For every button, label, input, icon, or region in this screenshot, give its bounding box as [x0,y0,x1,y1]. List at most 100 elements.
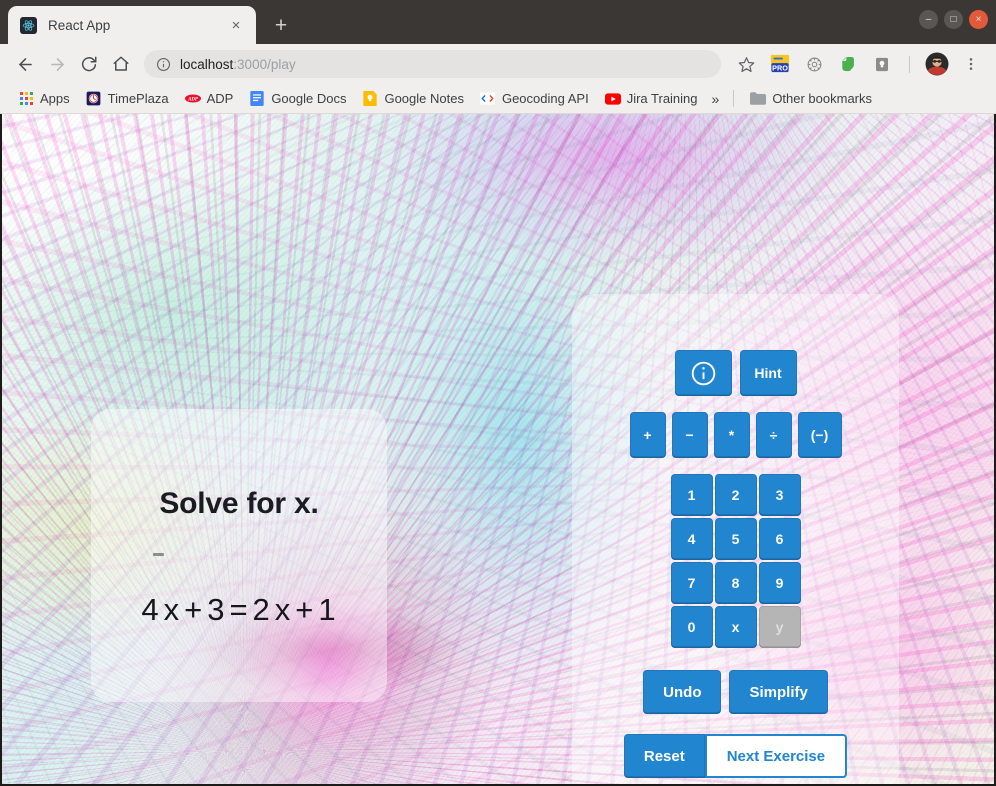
svg-text:ADP: ADP [187,98,198,103]
hint-button[interactable]: Hint [739,350,797,396]
bookmark-adp[interactable]: ADP ADP [177,88,242,110]
page-viewport: Solve for x. 4 x +3 = 2 x +1 Hint + − * … [0,114,996,786]
tab-react-app[interactable]: React App × [8,6,256,44]
url-text: localhost:3000/play [180,57,296,72]
keep-icon[interactable] [867,49,897,79]
operator-plus-button[interactable]: + [629,412,666,458]
operator-negate-button[interactable]: (−) [797,412,842,458]
bookmark-apps[interactable]: Apps [10,88,78,110]
hint-row: Hint [674,350,797,396]
clock-icon [86,91,102,107]
window-controls: – □ × [919,10,988,29]
other-bookmarks-label: Other bookmarks [772,91,873,106]
numpad: 1 2 3 4 5 6 7 8 9 0 x y [670,474,801,648]
control-panel: Hint + − * ÷ (−) 1 2 3 4 5 6 7 8 9 0 x y… [572,294,899,784]
bookmarks-bar: Apps TimePlaza ADP ADP Google Docs Googl… [0,84,996,114]
operator-divide-button[interactable]: ÷ [755,412,792,458]
maximize-button[interactable]: □ [944,10,963,29]
undo-button[interactable]: Undo [643,670,722,714]
home-icon[interactable] [106,49,136,79]
numpad-key-5[interactable]: 5 [714,518,757,560]
equation-display: 4 x +3 = 2 x +1 [139,592,338,628]
url-host: localhost [180,56,234,72]
evernote-icon[interactable] [833,49,863,79]
star-icon[interactable] [731,49,761,79]
bookmark-google-notes[interactable]: Google Notes [354,88,472,110]
forward-icon[interactable] [42,49,72,79]
bookmark-geocoding-api[interactable]: Geocoding API [472,88,597,110]
bookmark-label: Apps [40,91,70,106]
numpad-key-y: y [758,606,801,648]
close-window-button[interactable]: × [969,10,988,29]
code-brackets-icon [480,91,496,107]
numpad-key-1[interactable]: 1 [670,474,713,516]
adp-icon: ADP [184,91,201,107]
page-title: Solve for x. [159,487,319,520]
numpad-key-9[interactable]: 9 [758,562,801,604]
keep-bulb-icon [362,91,378,107]
pro-badge-icon[interactable]: PRO [765,49,795,79]
bookmark-timeplaza[interactable]: TimePlaza [78,88,177,110]
bookmark-label: ADP [206,91,234,106]
cursor-mark [153,553,164,556]
react-icon [20,16,37,34]
other-bookmarks[interactable]: Other bookmarks [742,88,880,110]
info-circle-icon [690,360,717,387]
numpad-key-4[interactable]: 4 [670,518,713,560]
info-button[interactable] [674,350,732,396]
reload-icon[interactable] [74,49,104,79]
eq-term: 2 [252,592,271,627]
bookmark-label: Google Docs [271,91,347,106]
action-row: Undo Simplify [643,670,828,714]
svg-text:PRO: PRO [772,63,788,72]
numpad-key-x[interactable]: x [714,606,757,648]
eq-term: 4 [141,592,160,627]
kebab-menu-icon[interactable] [956,49,986,79]
bookmarks-overflow-button[interactable]: » [706,88,726,110]
operator-minus-button[interactable]: − [671,412,708,458]
close-icon[interactable]: × [226,15,246,35]
back-icon[interactable] [10,49,40,79]
eq-term: + [184,592,204,627]
browser-window: React App × + – □ × localhost:3000/play [0,0,996,786]
address-bar[interactable]: localhost:3000/play [144,50,721,78]
reset-button[interactable]: Reset [623,734,705,778]
eq-term: 1 [318,592,337,627]
bookmark-jira-training[interactable]: Jira Training [597,88,706,110]
eq-term: 3 [207,592,226,627]
bookmark-google-docs[interactable]: Google Docs [241,88,354,110]
next-exercise-button[interactable]: Next Exercise [704,734,848,778]
numpad-key-7[interactable]: 7 [670,562,713,604]
footer-row: Reset Next Exercise [623,734,848,778]
numpad-key-6[interactable]: 6 [758,518,801,560]
eq-term: + [295,592,315,627]
numpad-key-3[interactable]: 3 [758,474,801,516]
exercise-card: Solve for x. 4 x +3 = 2 x +1 [91,409,387,702]
eq-term: x [274,592,292,627]
bookmark-label: Geocoding API [501,91,589,106]
eq-term: = [229,592,249,627]
tab-title: React App [48,17,111,33]
youtube-icon [604,91,621,107]
bookmark-label: Google Notes [384,91,464,106]
info-circle-icon[interactable] [156,57,171,72]
operator-multiply-button[interactable]: * [713,412,750,458]
minimize-button[interactable]: – [919,10,938,29]
avatar[interactable] [922,49,952,79]
numpad-key-0[interactable]: 0 [670,606,713,648]
apps-grid-icon [18,91,34,107]
new-tab-button[interactable]: + [266,10,296,40]
folder-icon [750,91,767,107]
numpad-key-8[interactable]: 8 [714,562,757,604]
toolbar-icon-group: PRO [731,49,986,79]
bookmark-label: Jira Training [626,91,698,106]
browser-toolbar: localhost:3000/play PRO [0,44,996,84]
eq-term: x [163,592,181,627]
simplify-button[interactable]: Simplify [729,670,828,714]
bookmarks-divider [733,90,735,107]
url-path: :3000/play [233,56,296,72]
gear-icon[interactable] [799,49,829,79]
bookmark-label: TimePlaza [107,91,169,106]
docs-icon [249,91,265,107]
numpad-key-2[interactable]: 2 [714,474,757,516]
